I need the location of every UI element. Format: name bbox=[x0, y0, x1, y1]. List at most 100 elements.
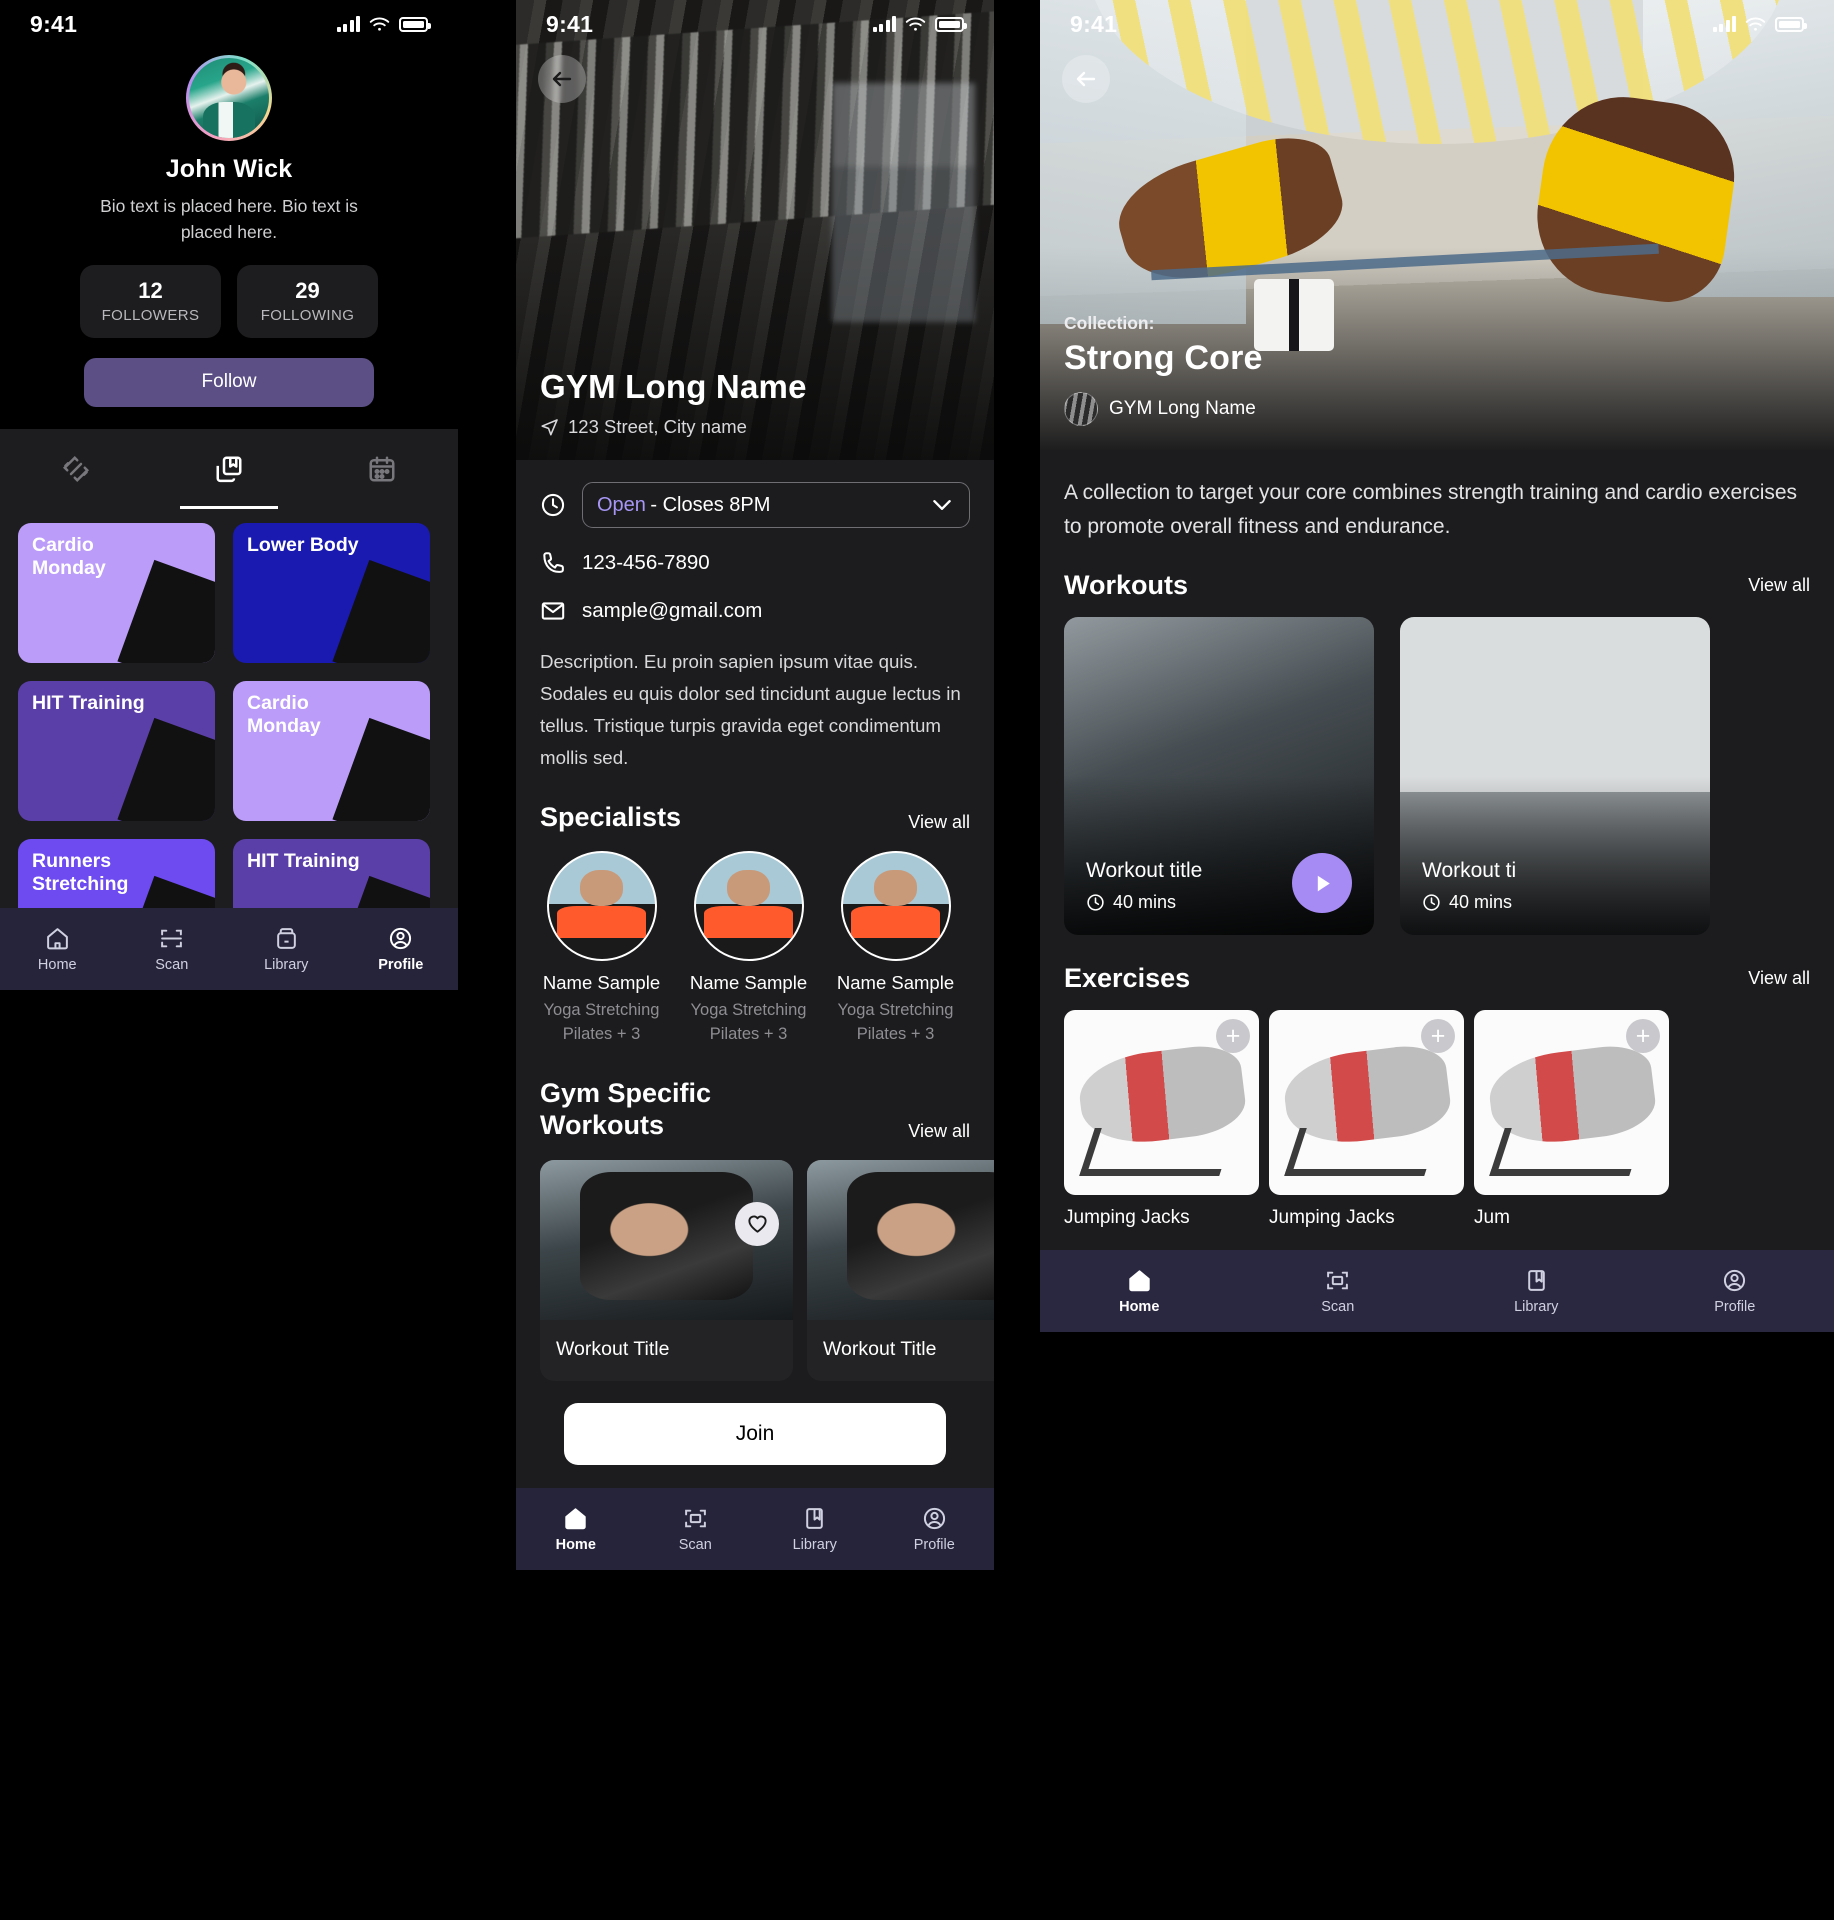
home-icon bbox=[565, 1507, 586, 1529]
follow-button[interactable]: Follow bbox=[84, 357, 374, 407]
specialist-card[interactable]: Name Sample Yoga Stretching Pilates + 3 bbox=[834, 851, 957, 1047]
phone-icon bbox=[543, 552, 564, 573]
followers-label: FOLLOWERS bbox=[101, 306, 200, 324]
collection-workout-card[interactable]: Workout title 40 mins bbox=[1064, 617, 1374, 936]
specialist-name: Name Sample bbox=[836, 972, 955, 994]
home-icon bbox=[46, 927, 68, 949]
workout-card[interactable]: Cardio Monday bbox=[233, 680, 430, 821]
profile-name: John Wick bbox=[165, 155, 293, 183]
mail-icon bbox=[541, 602, 565, 620]
tabbar-item-scan[interactable]: Scan bbox=[1239, 1268, 1438, 1315]
home-icon bbox=[1129, 1269, 1150, 1291]
specialist-card[interactable]: Name Sample Yoga Stretching Pilates + 3 bbox=[687, 851, 810, 1047]
tabbar-item-library[interactable]: Library bbox=[1437, 1268, 1636, 1315]
status-indicators bbox=[1712, 16, 1807, 32]
collection-description: A collection to target your core combine… bbox=[1064, 481, 1798, 539]
collection-body: A collection to target your core combine… bbox=[1040, 450, 1834, 1229]
bottom-tabbar: Home Scan Library Profile bbox=[1040, 1250, 1834, 1332]
avatar[interactable] bbox=[186, 55, 272, 141]
followers-stat[interactable]: 12 FOLLOWERS bbox=[80, 264, 221, 338]
gym-title: GYM Long Name bbox=[540, 368, 807, 405]
gym-email-row[interactable]: sample@gmail.com bbox=[540, 598, 970, 624]
tabbar-item-scan[interactable]: Scan bbox=[636, 1506, 756, 1553]
arrow-left-icon bbox=[1076, 71, 1096, 87]
back-button[interactable] bbox=[538, 55, 586, 103]
gym-workouts-view-all[interactable]: View all bbox=[908, 1121, 970, 1142]
tabbar-label-home: Home bbox=[1119, 1298, 1160, 1315]
status-time: 9:41 bbox=[30, 10, 78, 37]
workout-card-title: Cardio Monday bbox=[247, 691, 321, 738]
cellular-signal-icon bbox=[872, 16, 896, 32]
workout-card[interactable]: Lower Body bbox=[233, 522, 430, 663]
gym-phone: 123-456-7890 bbox=[582, 551, 710, 574]
collection-kicker: Collection: bbox=[1064, 313, 1155, 333]
add-exercise-button[interactable]: + bbox=[1421, 1019, 1455, 1054]
workout-card-title: Lower Body bbox=[247, 533, 359, 556]
tabbar-label-profile: Profile bbox=[1714, 1298, 1756, 1315]
exercise-card[interactable]: + Jumping Jacks bbox=[1064, 1010, 1259, 1229]
tab-calendar[interactable] bbox=[305, 429, 458, 509]
tab-workouts[interactable] bbox=[0, 429, 153, 509]
cellular-signal-icon bbox=[336, 16, 360, 32]
gym-workouts-section-header: Gym Specific Workouts View all bbox=[540, 1077, 970, 1142]
battery-icon bbox=[935, 16, 967, 32]
workouts-view-all[interactable]: View all bbox=[1748, 575, 1810, 596]
workout-card-photo bbox=[117, 717, 215, 821]
tab-collections[interactable] bbox=[153, 429, 306, 509]
tabbar-item-home[interactable]: Home bbox=[516, 1506, 636, 1553]
tabbar-item-scan[interactable]: Scan bbox=[115, 926, 230, 973]
tabbar-label-scan: Scan bbox=[155, 956, 189, 973]
calendar-icon bbox=[369, 456, 395, 481]
exercises-list: + Jumping Jacks + Jumping Jacks + Jum bbox=[1064, 1010, 1810, 1229]
workout-card-title: HIT Training bbox=[32, 691, 145, 714]
specialists-heading: Specialists bbox=[540, 801, 682, 832]
hours-select[interactable]: Open - Closes 8PM bbox=[582, 482, 970, 528]
collection-workout-duration-row: 40 mins bbox=[1086, 892, 1202, 913]
specialist-avatar bbox=[840, 851, 951, 962]
tabbar-item-profile[interactable]: Profile bbox=[875, 1506, 995, 1553]
exercises-heading: Exercises bbox=[1064, 963, 1191, 994]
workout-card-title: Cardio Monday bbox=[32, 533, 106, 580]
tabbar-item-library[interactable]: Library bbox=[755, 1506, 875, 1553]
status-bar: 9:41 bbox=[1040, 0, 1834, 48]
collection-gym-row[interactable]: GYM Long Name bbox=[1064, 392, 1263, 426]
tabbar-item-home[interactable]: Home bbox=[0, 926, 115, 973]
location-icon bbox=[541, 418, 558, 435]
gym-hero-image: 9:41 GYM Long Name 123 Street, City name bbox=[516, 0, 994, 460]
tabbar-label-profile: Profile bbox=[378, 956, 424, 973]
gym-workouts-list: Workout Title Workout Title bbox=[540, 1159, 994, 1381]
following-stat[interactable]: 29 FOLLOWING bbox=[237, 264, 378, 338]
specialist-card[interactable]: Name Sample Yoga Stretching Pilates + 3 bbox=[540, 851, 663, 1047]
following-label: FOLLOWING bbox=[260, 306, 355, 324]
collection-gym-name: GYM Long Name bbox=[1109, 398, 1256, 419]
play-icon bbox=[1317, 875, 1330, 891]
add-exercise-button[interactable]: + bbox=[1626, 1019, 1660, 1054]
tabbar-item-profile[interactable]: Profile bbox=[344, 926, 459, 973]
exercises-view-all[interactable]: View all bbox=[1748, 968, 1810, 989]
gym-email: sample@gmail.com bbox=[582, 599, 763, 622]
add-exercise-button[interactable]: + bbox=[1216, 1019, 1250, 1054]
library-icon bbox=[1527, 1269, 1545, 1291]
gym-phone-row[interactable]: 123-456-7890 bbox=[540, 550, 970, 576]
tabbar-label-scan: Scan bbox=[1321, 1298, 1355, 1315]
tabbar-item-library[interactable]: Library bbox=[229, 926, 344, 973]
tabbar-item-profile[interactable]: Profile bbox=[1636, 1268, 1834, 1315]
exercise-card[interactable]: + Jum bbox=[1474, 1010, 1669, 1229]
collection-workout-card[interactable]: Workout ti 40 mins bbox=[1400, 617, 1710, 936]
avatar-image bbox=[189, 58, 269, 138]
gym-workout-card[interactable]: Workout Title bbox=[807, 1159, 994, 1381]
bottom-tabbar: Home Scan Library Profile bbox=[516, 1488, 994, 1570]
specialists-view-all[interactable]: View all bbox=[908, 812, 970, 833]
exercise-card[interactable]: + Jumping Jacks bbox=[1269, 1010, 1464, 1229]
tabbar-item-home[interactable]: Home bbox=[1040, 1268, 1239, 1315]
workout-card[interactable]: Cardio Monday bbox=[18, 522, 215, 663]
back-button[interactable] bbox=[1062, 55, 1110, 103]
gym-workout-card[interactable]: Workout Title bbox=[540, 1159, 793, 1381]
play-button[interactable] bbox=[1292, 853, 1352, 914]
followers-count: 12 bbox=[138, 277, 163, 303]
workout-card[interactable]: HIT Training bbox=[18, 680, 215, 821]
join-button[interactable]: Join bbox=[564, 1402, 946, 1465]
exercise-image: + bbox=[1064, 1010, 1259, 1196]
favorite-button[interactable] bbox=[735, 1201, 779, 1246]
specialist-avatar bbox=[693, 851, 804, 962]
